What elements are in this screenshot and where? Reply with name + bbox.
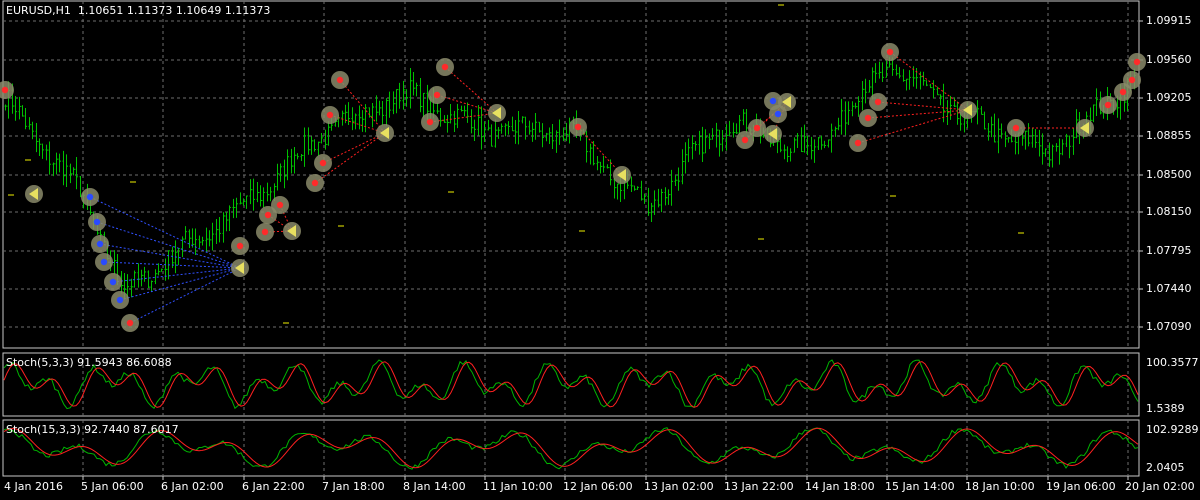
time-label: 8 Jan 14:00 bbox=[403, 480, 466, 493]
time-label: 13 Jan 02:00 bbox=[644, 480, 714, 493]
trade-link-line bbox=[89, 196, 241, 269]
trade-link-line bbox=[99, 243, 241, 269]
time-label: 15 Jan 14:00 bbox=[885, 480, 955, 493]
entry-dot-marker bbox=[574, 123, 582, 131]
time-label: 4 Jan 2016 bbox=[4, 480, 63, 493]
time-label: 12 Jan 06:00 bbox=[563, 480, 633, 493]
trade-link-line bbox=[112, 267, 241, 283]
entry-dot-marker bbox=[109, 278, 117, 286]
time-label: 19 Jan 06:00 bbox=[1046, 480, 1116, 493]
entry-dot-marker bbox=[753, 124, 761, 132]
trade-link-line bbox=[322, 132, 386, 164]
price-label: 1.07795 bbox=[1146, 244, 1192, 257]
stoch2-header: Stoch(15,3,3) 92.7440 87.6017 bbox=[6, 424, 179, 436]
entry-dot-marker bbox=[1012, 124, 1020, 132]
symbol-timeframe: EURUSD,H1 bbox=[6, 4, 71, 17]
entry-dot-marker bbox=[886, 48, 894, 56]
entry-dot-marker bbox=[1, 86, 9, 94]
entry-dot-marker bbox=[1128, 76, 1136, 84]
entry-dot-marker bbox=[311, 179, 319, 187]
price-label: 1.09205 bbox=[1146, 91, 1192, 104]
time-label: 18 Jan 10:00 bbox=[965, 480, 1035, 493]
price-label: 1.09560 bbox=[1146, 53, 1192, 66]
entry-dot-marker bbox=[1133, 58, 1141, 66]
entry-dot-marker bbox=[93, 218, 101, 226]
price-label: 1.07440 bbox=[1146, 282, 1192, 295]
entry-dot-marker bbox=[441, 63, 449, 71]
entry-dot-marker bbox=[854, 139, 862, 147]
time-label: 13 Jan 22:00 bbox=[724, 480, 794, 493]
trade-link-line bbox=[867, 109, 969, 119]
time-label: 11 Jan 10:00 bbox=[483, 480, 553, 493]
price-label: 1.08500 bbox=[1146, 168, 1192, 181]
time-label: 6 Jan 22:00 bbox=[242, 480, 305, 493]
entry-dot-marker bbox=[874, 98, 882, 106]
entry-dot-marker bbox=[126, 319, 134, 327]
trading-chart-window[interactable]: EURUSD,H1 1.10651 1.11373 1.10649 1.1137… bbox=[0, 0, 1200, 500]
stoch1-name: Stoch(5,3,3) bbox=[6, 356, 74, 369]
entry-dot-marker bbox=[336, 76, 344, 84]
trade-link-line bbox=[889, 51, 969, 111]
entry-dot-marker bbox=[276, 201, 284, 209]
price-label: 1.08855 bbox=[1146, 129, 1192, 142]
time-label: 6 Jan 02:00 bbox=[161, 480, 224, 493]
time-label: 7 Jan 18:00 bbox=[322, 480, 385, 493]
stoch1-max-label: 100.3577 bbox=[1146, 356, 1199, 369]
entry-dot-marker bbox=[96, 240, 104, 248]
stoch2-max-label: 102.9289 bbox=[1146, 423, 1199, 436]
entry-dot-marker bbox=[864, 114, 872, 122]
entry-dot-marker bbox=[1104, 101, 1112, 109]
symbol-header: EURUSD,H1 1.10651 1.11373 1.10649 1.1137… bbox=[6, 5, 270, 17]
entry-dot-marker bbox=[116, 296, 124, 304]
entry-dot-marker bbox=[236, 242, 244, 250]
stoch2-min-label: 2.0405 bbox=[1146, 461, 1185, 474]
time-label: 14 Jan 18:00 bbox=[805, 480, 875, 493]
trade-link-line bbox=[444, 66, 498, 114]
entry-dot-marker bbox=[426, 118, 434, 126]
chart-canvas[interactable] bbox=[0, 0, 1200, 500]
entry-dot-marker bbox=[319, 159, 327, 167]
price-label: 1.08150 bbox=[1146, 205, 1192, 218]
entry-dot-marker bbox=[769, 97, 777, 105]
entry-dot-marker bbox=[433, 91, 441, 99]
entry-dot-marker bbox=[774, 110, 782, 118]
ohlc-values: 1.10651 1.11373 1.10649 1.11373 bbox=[77, 4, 271, 17]
stoch2-values: 92.7440 87.6017 bbox=[84, 423, 179, 436]
time-label: 5 Jan 06:00 bbox=[81, 480, 144, 493]
entry-dot-marker bbox=[86, 193, 94, 201]
trade-link-line bbox=[129, 267, 241, 324]
stoch1-header: Stoch(5,3,3) 91.5943 86.6088 bbox=[6, 357, 172, 369]
price-label: 1.09915 bbox=[1146, 14, 1192, 27]
entry-dot-marker bbox=[326, 111, 334, 119]
price-label: 1.07090 bbox=[1146, 320, 1192, 333]
time-label: 20 Jan 02:00 bbox=[1125, 480, 1195, 493]
entry-dot-marker bbox=[1119, 88, 1127, 96]
entry-dot-marker bbox=[741, 136, 749, 144]
entry-dot-marker bbox=[261, 228, 269, 236]
stoch1-min-label: 1.5389 bbox=[1146, 402, 1185, 415]
stoch1-values: 91.5943 86.6088 bbox=[77, 356, 172, 369]
entry-dot-marker bbox=[264, 211, 272, 219]
entry-dot-marker bbox=[100, 258, 108, 266]
stoch2-name: Stoch(15,3,3) bbox=[6, 423, 81, 436]
stoch-main-line bbox=[3, 359, 1139, 410]
